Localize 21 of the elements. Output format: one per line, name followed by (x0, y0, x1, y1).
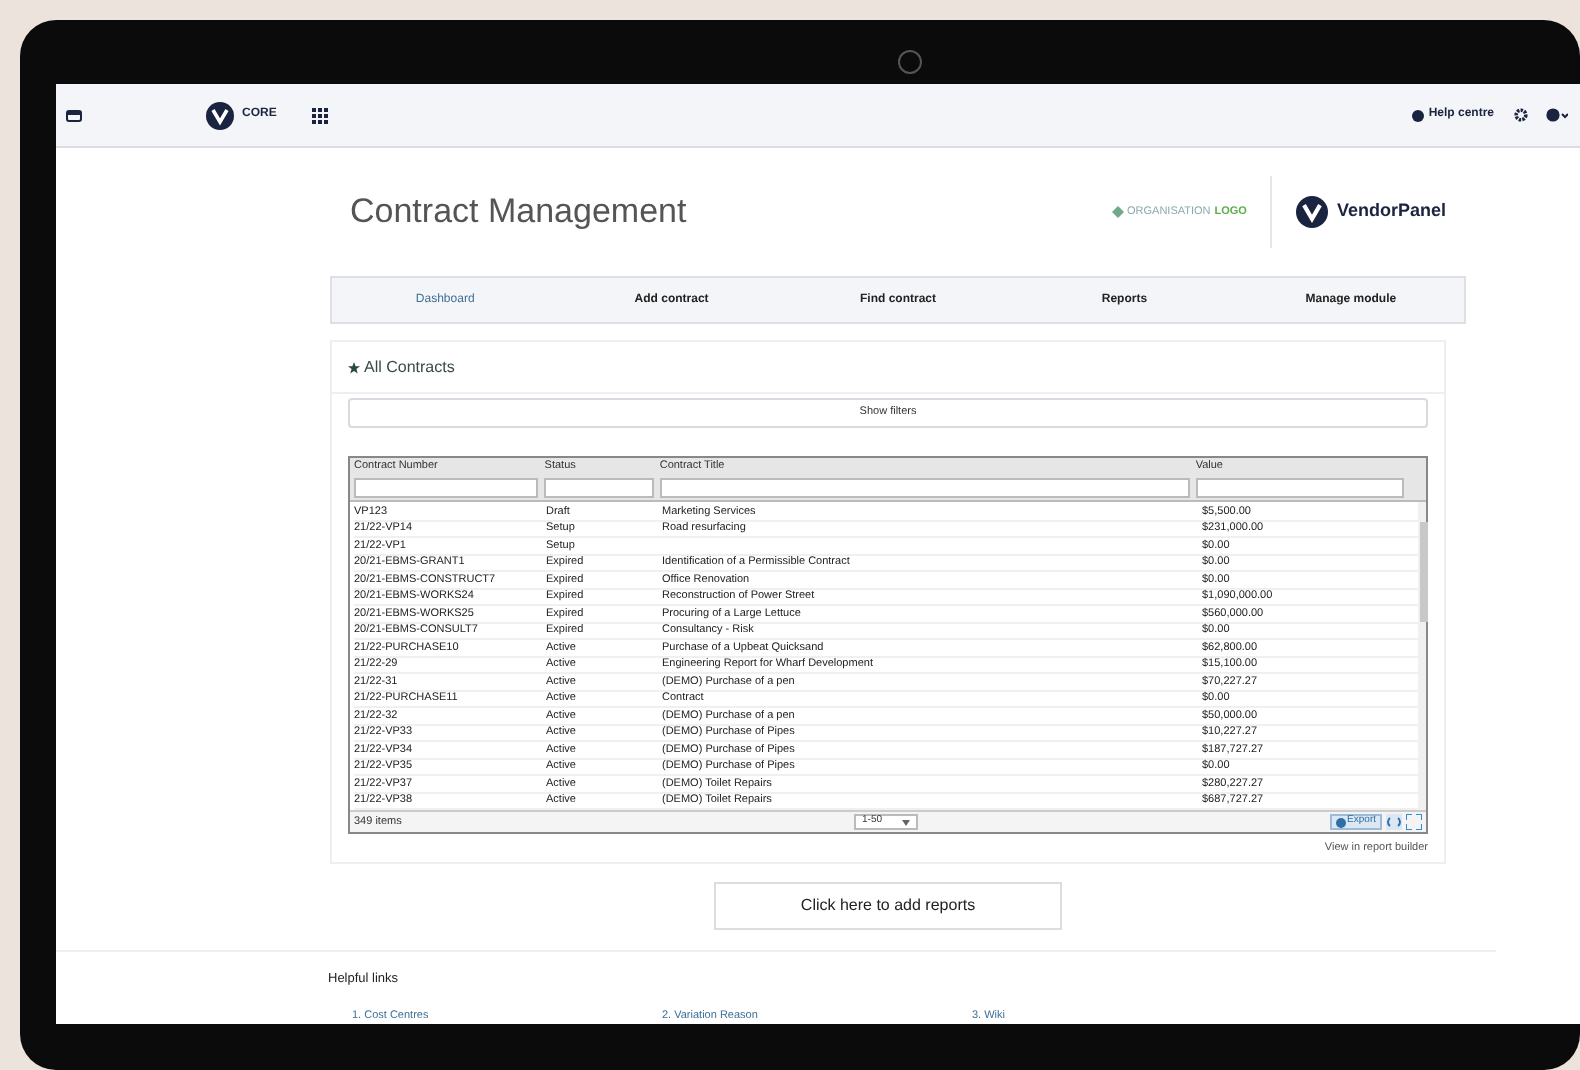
filter-field[interactable] (544, 478, 654, 498)
camera-icon (898, 50, 922, 74)
account-menu-icon[interactable] (1546, 108, 1568, 122)
filter-field[interactable] (1195, 478, 1404, 498)
filter-field[interactable] (659, 478, 1190, 498)
logo-icon[interactable] (206, 101, 234, 129)
settings-icon[interactable] (1514, 108, 1528, 122)
refresh-icon[interactable] (1386, 814, 1402, 830)
panel-title: All Contracts (364, 355, 455, 379)
scrollbar[interactable] (1418, 502, 1426, 810)
help-icon (1412, 109, 1425, 121)
export-icon (1335, 817, 1346, 827)
apps-grid-icon[interactable] (312, 107, 329, 123)
caret-icon (902, 819, 911, 825)
page-title: Contract Management (350, 190, 689, 235)
add-reports-button[interactable]: Click here to add reports (714, 882, 1062, 931)
star-icon (348, 361, 360, 373)
fullscreen-icon[interactable] (1406, 814, 1422, 830)
filter-field[interactable] (354, 478, 539, 498)
sidebar-toggle-icon[interactable] (66, 109, 82, 121)
brand-logo: VendorPanel (1270, 176, 1466, 248)
